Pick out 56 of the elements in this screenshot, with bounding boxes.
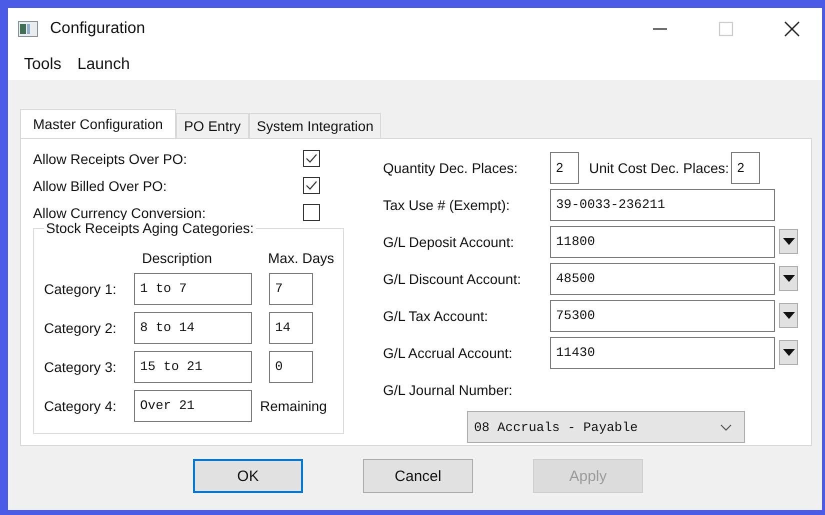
menu-item[interactable]: Launch: [77, 56, 130, 74]
account-field[interactable]: 75300: [550, 300, 775, 332]
close-icon[interactable]: [784, 21, 800, 37]
tab[interactable]: Master Configuration: [20, 109, 176, 138]
field-label: G/L Deposit Account:: [383, 234, 515, 250]
checkbox[interactable]: [303, 150, 320, 167]
field-label: Quantity Dec. Places:: [383, 160, 519, 176]
category-label: Category 3:: [44, 358, 118, 374]
category-label: Category 2:: [44, 320, 118, 336]
dialog-button[interactable]: Cancel: [363, 459, 473, 493]
group-title: Stock Receipts Aging Categories:: [44, 220, 256, 236]
max-days-field[interactable]: 14: [269, 312, 313, 344]
option-label: Allow Billed Over PO:: [33, 178, 168, 194]
account-field[interactable]: 11800: [550, 226, 775, 258]
chevron-icon: [720, 424, 732, 430]
field-label: G/L Tax Account:: [383, 308, 490, 324]
max-days-field[interactable]: 0: [269, 350, 313, 382]
category-label: Category 4:: [44, 398, 118, 414]
category-label: Category 1:: [44, 280, 118, 296]
column-header: Description: [142, 250, 214, 266]
checkbox[interactable]: [303, 177, 320, 194]
description-field[interactable]: 1 to 7: [134, 272, 252, 304]
field-label: G/L Discount Account:: [383, 270, 522, 286]
field-label: Unit Cost Dec. Places:: [589, 160, 730, 176]
dropdown-button[interactable]: [779, 303, 798, 328]
tab[interactable]: System Integration: [248, 113, 382, 138]
tax-use-field[interactable]: 39-0033-236211: [550, 188, 775, 220]
checkbox[interactable]: [303, 204, 320, 221]
description-field[interactable]: 8 to 14: [134, 312, 252, 344]
option-label: Allow Currency Conversion:: [33, 204, 207, 220]
max-days-text: Remaining: [260, 398, 327, 414]
caret-icon: [782, 275, 794, 282]
column-header: Max. Days: [268, 250, 334, 266]
menu-item[interactable]: Tools: [24, 56, 62, 74]
caret-icon: [782, 312, 794, 319]
description-field[interactable]: 15 to 21: [134, 350, 252, 382]
dialog-button[interactable]: OK: [193, 459, 303, 493]
field-label: G/L Journal Number:: [383, 382, 514, 398]
max-days-field[interactable]: 7: [269, 272, 313, 304]
caret-icon: [782, 349, 794, 356]
window-title: Configuration: [50, 20, 146, 38]
quantity-decimals-field[interactable]: 2: [550, 152, 579, 184]
description-field[interactable]: Over 21: [134, 390, 252, 422]
dropdown-button[interactable]: [779, 340, 798, 365]
window-icon: [18, 21, 38, 37]
dropdown-button[interactable]: [779, 229, 798, 254]
tab[interactable]: PO Entry: [176, 113, 249, 138]
field-label: Tax Use # (Exempt):: [383, 196, 511, 212]
caret-icon: [782, 238, 794, 245]
account-field[interactable]: 48500: [550, 262, 775, 294]
journal-dropdown[interactable]: 08 Accruals - Payable: [467, 411, 745, 443]
field-label: G/L Accrual Account:: [383, 344, 514, 360]
option-label: Allow Receipts Over PO:: [33, 150, 188, 166]
account-field[interactable]: 11430: [550, 336, 775, 368]
unit-cost-decimals-field[interactable]: 2: [731, 152, 760, 184]
dropdown-button[interactable]: [779, 266, 798, 291]
